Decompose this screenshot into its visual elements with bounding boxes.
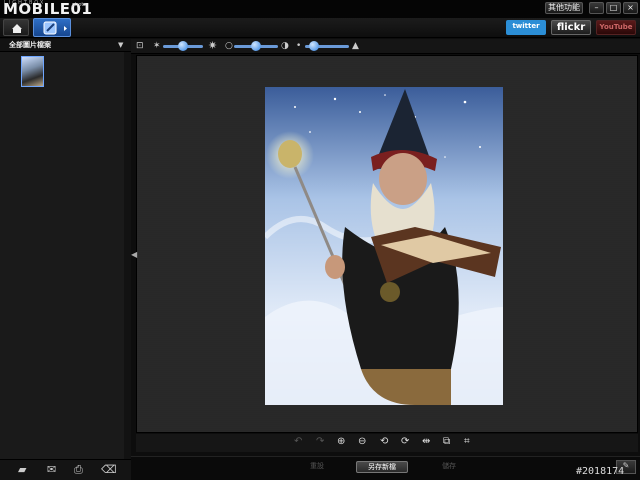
- edit-photo-button[interactable]: [33, 18, 71, 37]
- youtube-share-button[interactable]: YouTube: [596, 20, 636, 35]
- crop-icon[interactable]: ⊡: [136, 40, 144, 52]
- zoom-in-icon[interactable]: ⊕: [337, 436, 345, 448]
- album-selector[interactable]: 全部圖片檔案 ▼: [0, 39, 131, 52]
- contrast-high-icon: ◑: [281, 41, 289, 51]
- collapse-sidebar-icon[interactable]: ◀: [131, 250, 137, 259]
- flip-horizontal-icon[interactable]: ⇹: [422, 436, 430, 448]
- title-bar: LIGHTBOX MOBILE01 photo 其他功能 – □ ×: [0, 0, 640, 18]
- reset-button[interactable]: 重設: [291, 461, 343, 473]
- rotate-right-icon[interactable]: ⟳: [401, 436, 409, 448]
- brightness-slider[interactable]: [163, 41, 203, 51]
- saturation-slider-knob[interactable]: [308, 41, 319, 51]
- flickr-share-button[interactable]: flickr: [551, 20, 591, 35]
- watermark-text: #2018174: [576, 466, 625, 477]
- print-icon[interactable]: ⎙: [74, 464, 83, 476]
- open-folder-icon[interactable]: ▰: [18, 464, 26, 476]
- home-icon: [12, 24, 22, 33]
- fit-screen-icon[interactable]: ⧉: [443, 436, 450, 448]
- drop-small-icon: •: [296, 41, 302, 51]
- redo-icon[interactable]: ↷: [316, 436, 324, 448]
- save-as-button[interactable]: 另存新檔: [356, 461, 408, 473]
- adjustment-toolbar: ⊡ ✶ ✷ ○ ◑ • ▲: [131, 39, 640, 54]
- edit-tools-bar: ↶ ↷ ⊕ ⊖ ⟲ ⟳ ⇹ ⧉ ⌗: [136, 434, 638, 452]
- sidebar-bottom-toolbar: ▰ ✉ ⎙ ⌫: [0, 459, 131, 480]
- home-button[interactable]: [3, 19, 29, 36]
- minimize-button[interactable]: –: [589, 2, 604, 14]
- crop-tool-icon[interactable]: ⌗: [464, 436, 470, 448]
- contrast-low-icon: ○: [225, 41, 233, 51]
- contrast-slider[interactable]: [234, 41, 278, 51]
- twitter-share-button[interactable]: twitter: [506, 20, 546, 35]
- other-functions-button[interactable]: 其他功能: [545, 2, 583, 14]
- bottom-action-bar: 重設 另存新檔 儲存 ✎: [131, 456, 640, 480]
- saturation-slider[interactable]: [305, 41, 349, 51]
- trash-icon[interactable]: ⌫: [101, 464, 117, 476]
- save-button[interactable]: 儲存: [423, 461, 475, 473]
- brightness-slider-knob[interactable]: [178, 41, 188, 51]
- photo-thumbnail[interactable]: [21, 56, 44, 87]
- sun-small-icon: ✶: [153, 41, 161, 51]
- contrast-slider-knob[interactable]: [251, 41, 261, 51]
- left-panel: 全部圖片檔案 ▼ ▰ ✉ ⎙ ⌫: [0, 39, 131, 480]
- sun-large-icon: ✷: [208, 39, 218, 52]
- zoom-out-icon[interactable]: ⊖: [358, 436, 366, 448]
- wizard-photo: [265, 87, 503, 405]
- logo-tag: photo: [72, 2, 87, 8]
- album-selector-label: 全部圖片檔案: [9, 41, 51, 49]
- drop-large-icon: ▲: [352, 41, 359, 51]
- chevron-down-icon: ▼: [118, 41, 124, 49]
- nav-bar: twitter flickr YouTube: [0, 18, 640, 38]
- mail-icon[interactable]: ✉: [47, 464, 56, 476]
- rotate-left-icon[interactable]: ⟲: [380, 436, 388, 448]
- undo-icon[interactable]: ↶: [294, 436, 302, 448]
- edit-photo-icon: [43, 21, 67, 35]
- close-button[interactable]: ×: [623, 2, 638, 14]
- maximize-button[interactable]: □: [606, 2, 621, 14]
- sidebar-scrollbar[interactable]: [124, 52, 131, 462]
